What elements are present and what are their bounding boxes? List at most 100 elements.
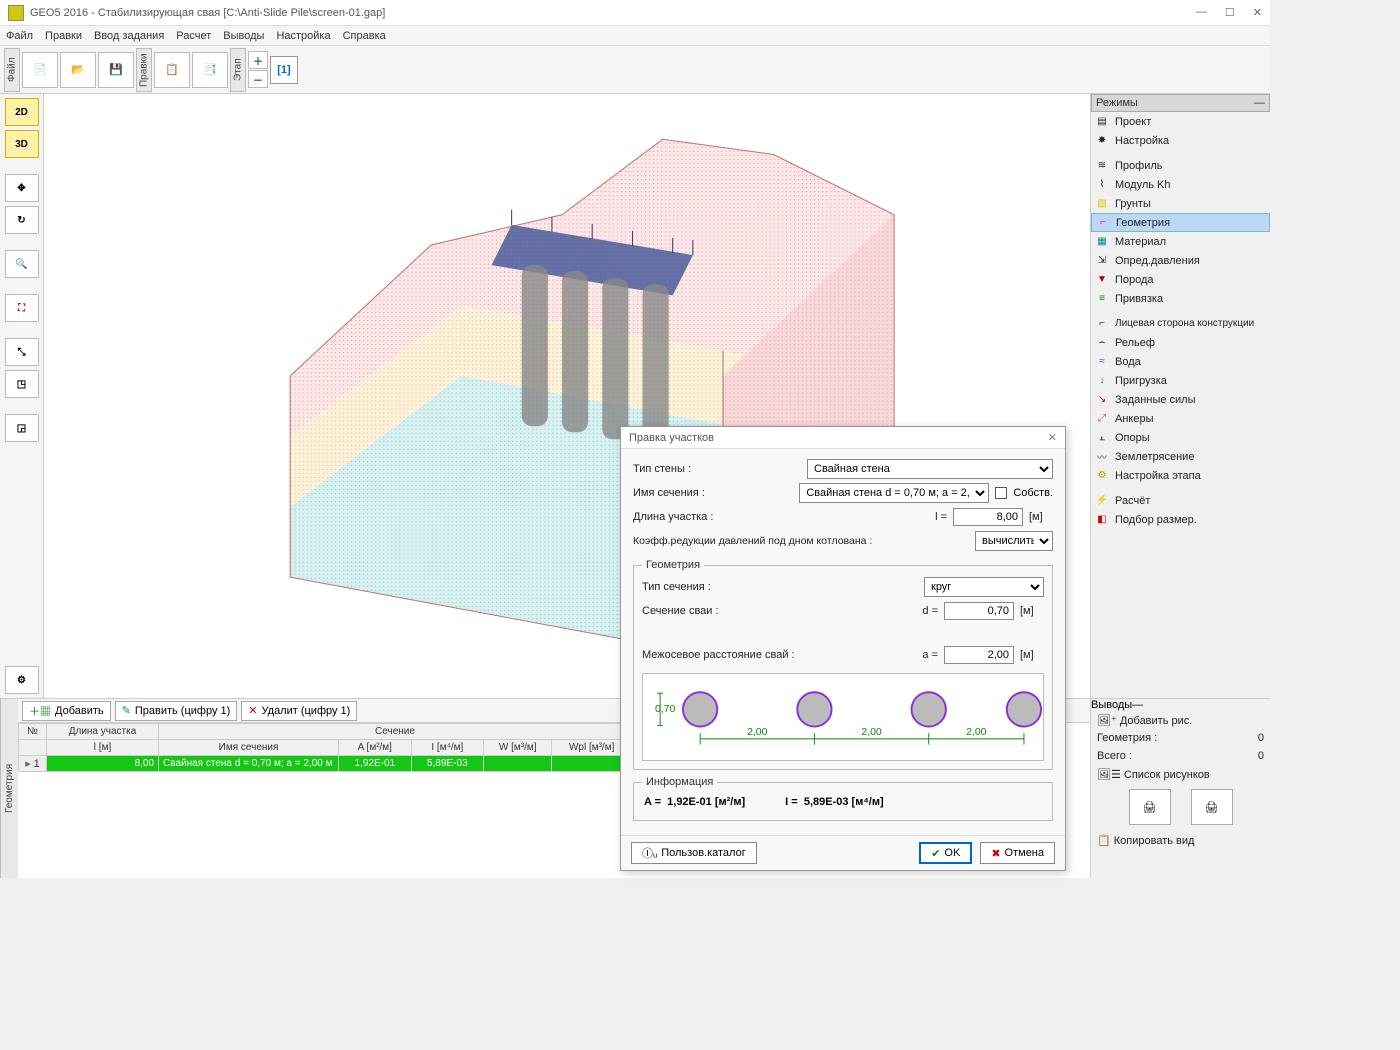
mode-water[interactable]: ≈Вода xyxy=(1091,352,1270,371)
menu-input[interactable]: Ввод задания xyxy=(94,30,164,42)
reduction-select[interactable]: вычислить xyxy=(975,531,1053,551)
mode-stage-settings[interactable]: ⚙Настройка этапа xyxy=(1091,466,1270,485)
wall-type-select[interactable]: Свайная стена xyxy=(807,459,1053,479)
mode-soils[interactable]: ▧Грунты xyxy=(1091,194,1270,213)
mode-dimensioning[interactable]: ◧Подбор размер. xyxy=(1091,510,1270,529)
window-title: GEO5 2016 - Стабилизирующая свая [C:\Ant… xyxy=(30,7,1196,19)
collapse-output-icon[interactable]: — xyxy=(1132,699,1143,711)
wireframe-button[interactable]: ◳ xyxy=(5,370,39,398)
wall-type-label: Тип стены : xyxy=(633,463,801,475)
spacing-input[interactable] xyxy=(944,646,1014,664)
info-inertia: I = 5,89E-03 [м⁴/м] xyxy=(785,796,883,808)
table-row[interactable]: ▸ 1 8,00 Свайная стена d = 0,70 м; a = 2… xyxy=(19,756,698,772)
settings-gear-button[interactable]: ⚙ xyxy=(5,666,39,694)
mode-supports[interactable]: ⫠Опоры xyxy=(1091,428,1270,447)
mode-assign[interactable]: ≡Привязка xyxy=(1091,289,1270,308)
own-label: Собств. xyxy=(1013,487,1053,499)
mode-forces[interactable]: ↘Заданные силы xyxy=(1091,390,1270,409)
copy-view-button[interactable]: 📋 Копировать вид xyxy=(1091,831,1270,849)
open-file-button[interactable]: 📂 xyxy=(60,52,96,88)
length-label: Длина участка : xyxy=(633,511,913,523)
menubar: Файл Правки Ввод задания Расчет Выводы Н… xyxy=(0,26,1270,46)
mode-project[interactable]: ▤Проект xyxy=(1091,112,1270,131)
geometry-legend: Геометрия xyxy=(642,559,704,571)
paste-button[interactable]: 📑 xyxy=(192,52,228,88)
view-2d-button[interactable]: 2D xyxy=(5,98,39,126)
add-row-button[interactable]: ＋▦Добавить xyxy=(22,701,111,721)
dialog-title: Правка участков xyxy=(629,432,714,444)
svg-text:2,00: 2,00 xyxy=(966,727,987,738)
print-color-button[interactable]: 🖨 xyxy=(1191,789,1233,825)
add-picture-button[interactable]: 🖼⁺ Добавить рис. xyxy=(1091,711,1270,729)
mode-analysis[interactable]: ⚡Расчёт xyxy=(1091,491,1270,510)
svg-text:0,70: 0,70 xyxy=(655,704,676,715)
modes-panel: Режимы— ▤Проект ✸Настройка ≋Профиль ⌇Мод… xyxy=(1090,94,1270,698)
mode-material[interactable]: ▦Материал xyxy=(1091,232,1270,251)
new-file-button[interactable]: 📄 xyxy=(22,52,58,88)
save-file-button[interactable]: 💾 xyxy=(98,52,134,88)
maximize-button[interactable]: ☐ xyxy=(1225,6,1235,19)
menu-output[interactable]: Выводы xyxy=(223,30,264,42)
edit-row-button[interactable]: ✎Править (цифру 1) xyxy=(115,701,238,721)
pile-diameter-input[interactable] xyxy=(944,602,1014,620)
svg-text:2,00: 2,00 xyxy=(747,727,768,738)
pile-spacing-diagram: 0,70 2,00 2,00 2,00 xyxy=(642,673,1044,761)
section-name-select[interactable]: Свайная стена d = 0,70 м; a = 2,00 м xyxy=(799,483,989,503)
toolbar-group-edit: Правки xyxy=(136,48,152,92)
mode-anchors[interactable]: ⤢Анкеры xyxy=(1091,409,1270,428)
delete-row-button[interactable]: ✕Удалит (цифру 1) xyxy=(241,701,357,721)
minimize-button[interactable]: — xyxy=(1196,6,1207,19)
zoom-button[interactable]: 🔍 xyxy=(5,250,39,278)
menu-edit[interactable]: Правки xyxy=(45,30,82,42)
section-name-label: Имя сечения : xyxy=(633,487,793,499)
axes-button[interactable]: ⤡ xyxy=(5,338,39,366)
section-type-label: Тип сечения : xyxy=(642,581,918,593)
stage-remove-button[interactable]: － xyxy=(248,70,268,88)
bottom-section-label: Геометрия xyxy=(0,699,18,878)
dialog-close-icon[interactable]: ✕ xyxy=(1048,431,1057,444)
own-checkbox[interactable] xyxy=(995,487,1007,499)
pictures-list-button[interactable]: 🖼☰ Список рисунков xyxy=(1091,765,1270,783)
info-legend: Информация xyxy=(642,776,717,788)
output-geometry-count: Геометрия :0 xyxy=(1091,729,1270,747)
print-button[interactable]: 🖨 xyxy=(1129,789,1171,825)
menu-calc[interactable]: Расчет xyxy=(176,30,211,42)
view-3d-button[interactable]: 3D xyxy=(5,130,39,158)
output-panel: Выводы— 🖼⁺ Добавить рис. Геометрия :0 Вс… xyxy=(1090,699,1270,878)
mode-profile[interactable]: ≋Профиль xyxy=(1091,156,1270,175)
mode-settings[interactable]: ✸Настройка xyxy=(1091,131,1270,150)
spacing-label: Межосевое расстояние свай : xyxy=(642,649,904,661)
mode-pressure[interactable]: ⇲Опред.давления xyxy=(1091,251,1270,270)
close-button[interactable]: ✕ xyxy=(1253,6,1262,19)
pan-button[interactable]: ✥ xyxy=(5,174,39,202)
pile-section-label: Сечение сваи : xyxy=(642,605,904,617)
view-toolbar: 2D 3D ✥ ↻ 🔍 ⛶ ⤡ ◳ ◲ ⚙ xyxy=(0,94,44,698)
menu-help[interactable]: Справка xyxy=(343,30,386,42)
reduction-label: Коэфф.редукции давлений под дном котлова… xyxy=(633,535,969,547)
edit-sections-dialog: Правка участков ✕ Тип стены : Свайная ст… xyxy=(620,426,1066,871)
titlebar: GEO5 2016 - Стабилизирующая свая [C:\Ant… xyxy=(0,0,1270,26)
section-type-select[interactable]: круг xyxy=(924,577,1044,597)
stage-add-button[interactable]: ＋ xyxy=(248,51,268,69)
mode-rock[interactable]: ▼Порода xyxy=(1091,270,1270,289)
mode-surcharge[interactable]: ↓Пригрузка xyxy=(1091,371,1270,390)
app-icon xyxy=(8,5,24,21)
shade-button[interactable]: ◲ xyxy=(5,414,39,442)
toolbar-group-file: Файл xyxy=(4,48,20,92)
user-catalog-button[interactable]: ⒾᵤПользов.каталог xyxy=(631,842,757,864)
menu-settings[interactable]: Настройка xyxy=(276,30,330,42)
collapse-icon[interactable]: — xyxy=(1254,97,1265,109)
stage-1-button[interactable]: [1] xyxy=(270,56,298,84)
mode-geometry[interactable]: ⌐Геометрия xyxy=(1091,213,1270,232)
mode-front[interactable]: ⌐Лицевая сторона конструкции xyxy=(1091,314,1270,333)
copy-button[interactable]: 📋 xyxy=(154,52,190,88)
rotate-button[interactable]: ↻ xyxy=(5,206,39,234)
mode-kh[interactable]: ⌇Модуль Kh xyxy=(1091,175,1270,194)
mode-earthquake[interactable]: 〰Землетрясение xyxy=(1091,447,1270,466)
cancel-button[interactable]: ✖Отмена xyxy=(980,842,1055,864)
length-input[interactable] xyxy=(953,508,1023,526)
menu-file[interactable]: Файл xyxy=(6,30,33,42)
ok-button[interactable]: ✔OK xyxy=(919,842,972,864)
mode-terrain[interactable]: ⌢Рельеф xyxy=(1091,333,1270,352)
fit-button[interactable]: ⛶ xyxy=(5,294,39,322)
